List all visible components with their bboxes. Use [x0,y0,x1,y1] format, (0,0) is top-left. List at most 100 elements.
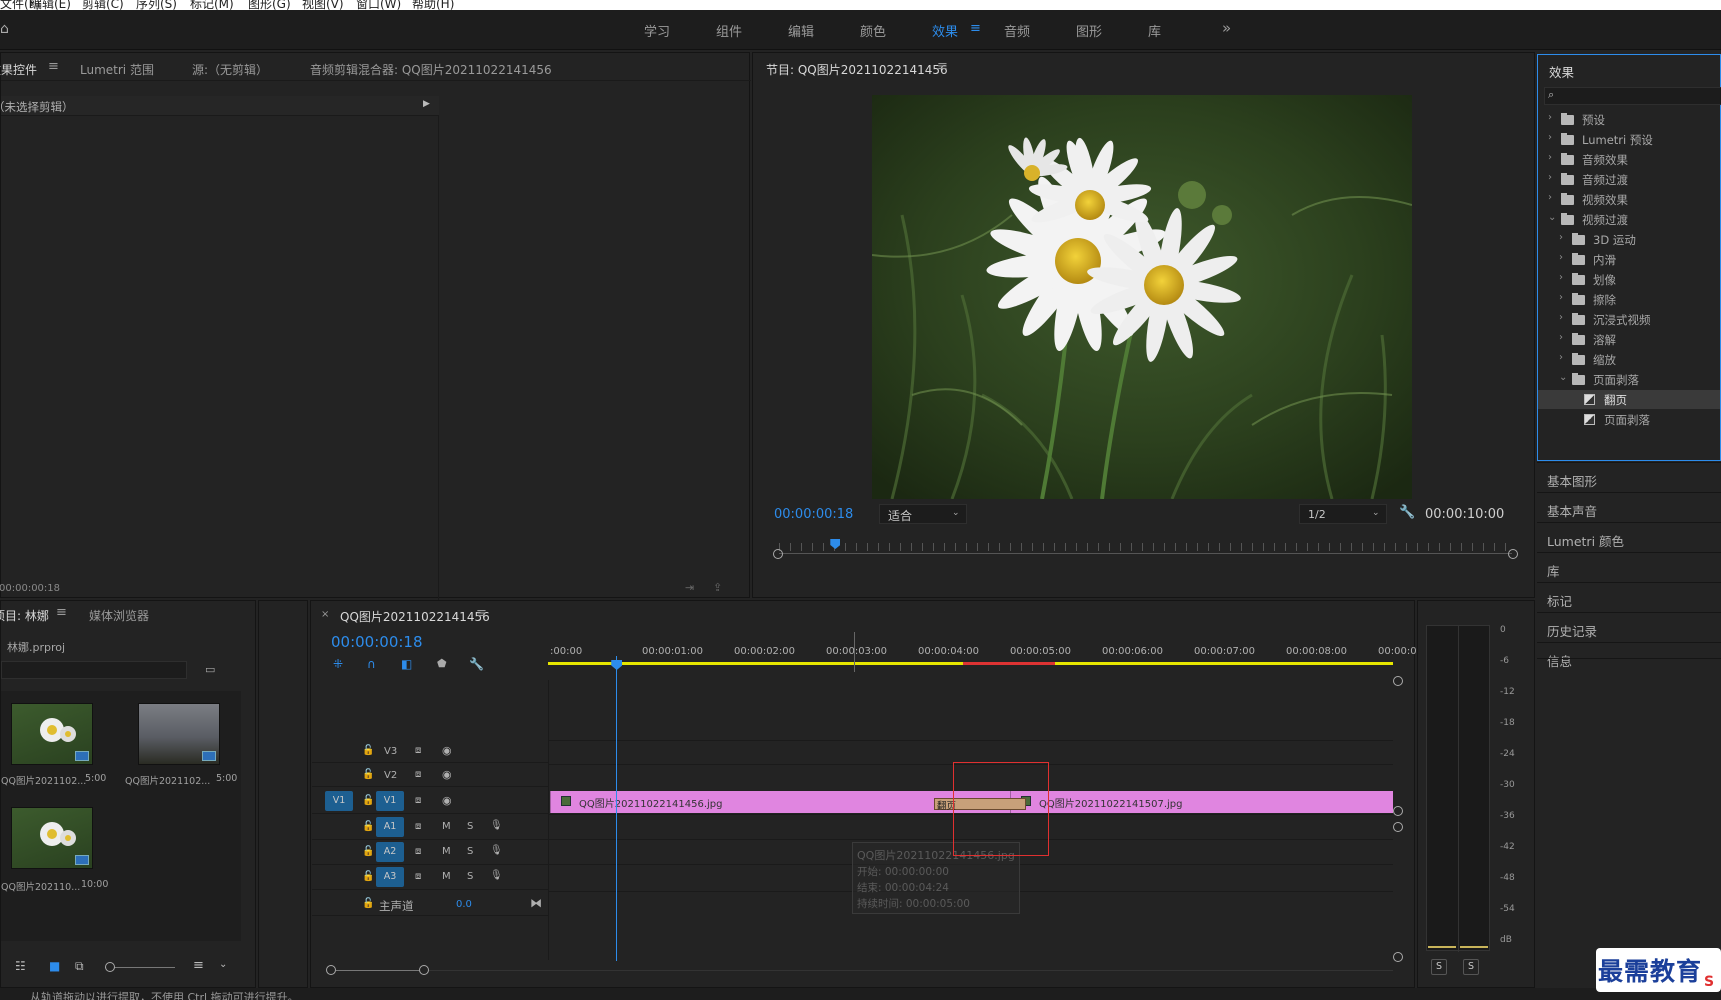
effect-folder[interactable]: › 沉浸式视频 [1538,310,1718,329]
track-target-audio[interactable]: A3 [376,867,404,887]
zoom-slider-handle[interactable] [105,962,115,972]
vertical-scroll[interactable] [1393,676,1405,966]
freeform-view-icon[interactable]: ⧉ [75,959,84,974]
tab-media-browser[interactable]: 媒体浏览器 [89,607,149,624]
wrench-icon[interactable]: 🔧 [469,657,484,671]
chevron-right-icon[interactable]: › [1559,272,1563,283]
master-volume-value[interactable]: 0.0 [456,899,472,910]
track-area[interactable]: QQ图片20211022141456.jpg QQ图片20211022141507… [548,674,1393,960]
side-panel-tab[interactable]: 基本声音 [1537,492,1721,520]
lock-icon[interactable]: 🔓 [362,821,374,832]
scroll-handle[interactable] [1393,822,1403,832]
expand-arrow-icon[interactable]: ▶ [423,99,430,109]
menu-icon[interactable]: ≡ [970,21,981,36]
menu-icon[interactable]: ≡ [56,605,67,620]
resolution-dropdown[interactable]: 1/2 ⌄ [1299,504,1387,524]
menu-icon[interactable]: ≡ [937,59,948,74]
range-end-handle[interactable] [1508,549,1518,559]
sync-lock-icon[interactable]: ⧈ [415,745,421,756]
effect-item[interactable]: 翻页 [1538,390,1720,409]
lock-icon[interactable]: 🔓 [362,898,374,909]
chevron-right-icon[interactable]: › [1548,132,1552,143]
sync-lock-icon[interactable]: ⧈ [415,795,421,806]
timeline-timecode[interactable]: 00:00:00:18 [331,633,423,651]
share-icon[interactable]: ⇪ [713,581,722,594]
chevron-right-icon[interactable]: › [1548,152,1552,163]
microphone-icon[interactable]: 🎙 [490,870,503,881]
chevron-down-icon[interactable]: ⌄ [1559,372,1567,383]
list-view-icon[interactable]: ☷ [15,959,26,973]
workspace-tab-effects[interactable]: 效果 [932,21,958,40]
workspace-tab-libraries[interactable]: 库 [1148,21,1161,40]
add-marker-icon[interactable]: ⬟ [437,657,447,670]
go-to-end-icon[interactable]: ⧓ [530,896,542,910]
program-scrub-bar[interactable] [773,533,1518,559]
horizontal-scroll[interactable] [326,962,1393,978]
sync-lock-icon[interactable]: ⧈ [415,846,421,857]
eye-icon[interactable]: ◉ [442,768,452,781]
menu-icon[interactable]: ≡ [476,606,487,621]
chevron-right-icon[interactable]: › [1559,292,1563,303]
tab-source[interactable]: 源:（无剪辑） [192,61,268,78]
microphone-icon[interactable]: 🎙 [490,845,503,856]
solo-left-button[interactable]: S [1431,959,1447,975]
chevron-right-icon[interactable]: › [1559,352,1563,363]
side-panel-tab[interactable]: 历史记录 [1537,612,1721,640]
lock-icon[interactable]: 🔓 [362,871,374,882]
media-thumbnail[interactable] [11,807,93,869]
track-target-audio[interactable]: A1 [376,817,404,837]
effect-item[interactable]: 页面剥落 [1538,410,1718,429]
timeline-playhead[interactable] [611,656,623,961]
sync-lock-icon[interactable]: ⧈ [415,769,421,780]
effect-folder[interactable]: › 溶解 [1538,330,1718,349]
menu-edit[interactable]: 编辑(E) [30,0,71,10]
sort-icon[interactable]: ≡ [193,958,204,973]
snap-icon[interactable]: ⁜ [333,657,343,671]
menu-graphics[interactable]: 图形(G) [248,0,291,10]
close-icon[interactable]: × [321,609,329,620]
insert-overwrite-icon[interactable]: ◧ [401,657,412,671]
effect-folder[interactable]: › 内滑 [1538,250,1718,269]
project-search-input[interactable] [1,661,187,679]
effect-folder[interactable]: › 音频过渡 [1538,170,1718,189]
fit-dropdown[interactable]: 适合 ⌄ [879,504,967,524]
chevron-right-icon[interactable]: › [1559,332,1563,343]
menu-help[interactable]: 帮助(H) [412,0,454,10]
scroll-handle[interactable] [419,965,429,975]
side-panel-tab[interactable]: Lumetri 颜色 [1537,522,1721,550]
chevron-right-icon[interactable]: › [1559,232,1563,243]
new-bin-icon[interactable]: ▭ [205,663,215,676]
effect-folder[interactable]: › Lumetri 预设 [1538,130,1718,149]
menu-icon[interactable]: ≡ [48,59,59,74]
scroll-handle[interactable] [1393,676,1403,686]
menu-marker[interactable]: 标记(M) [190,0,234,10]
menu-sequence[interactable]: 序列(S) [136,0,177,10]
workspace-tab-graphics[interactable]: 图形 [1076,21,1102,40]
effect-folder[interactable]: › 视频效果 [1538,190,1718,209]
side-panel-tab[interactable]: 基本图形 [1537,462,1721,490]
workspace-tab-color[interactable]: 颜色 [860,21,886,40]
track-target-v1[interactable]: V1 [376,791,404,811]
mute-button[interactable]: M [442,846,451,857]
lock-icon[interactable]: 🔓 [362,745,374,756]
more-workspaces-button[interactable]: » [1222,19,1231,37]
chevron-right-icon[interactable]: › [1548,172,1552,183]
workspace-tab-assembly[interactable]: 组件 [716,21,742,40]
source-patch-v1[interactable]: V1 [325,791,353,811]
zoom-slider[interactable] [105,967,175,968]
scroll-handle[interactable] [1393,806,1403,816]
lock-icon[interactable]: 🔓 [362,846,374,857]
media-thumbnail[interactable] [11,703,93,765]
workspace-tab-editing[interactable]: 编辑 [788,21,814,40]
chevron-down-icon[interactable]: ⌄ [219,959,227,970]
lock-icon[interactable]: 🔓 [362,795,374,806]
tab-project[interactable]: 项目: 林娜 [0,607,49,624]
effects-search-input[interactable]: ⌕ [1544,87,1721,105]
chevron-right-icon[interactable]: › [1559,312,1563,323]
linked-selection-icon[interactable]: ∩ [367,657,376,671]
track-target-audio[interactable]: A2 [376,842,404,862]
scroll-bar[interactable] [336,970,419,971]
solo-right-button[interactable]: S [1463,959,1479,975]
workspace-tab-learn[interactable]: 学习 [644,21,670,40]
program-timecode[interactable]: 00:00:00:18 [774,507,853,522]
